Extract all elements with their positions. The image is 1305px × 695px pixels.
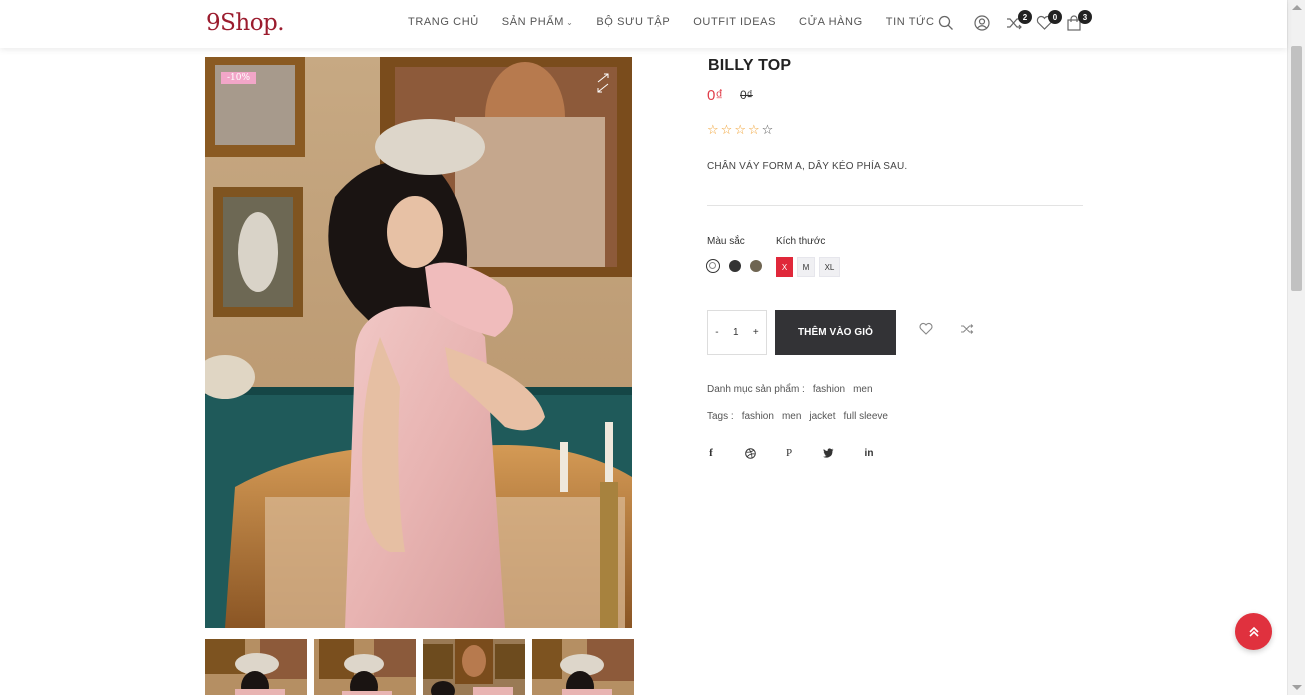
header-icons: 2 0 3 [938, 10, 1092, 38]
main-nav: TRANG CHỦ SẢN PHẨM ⌄ BỘ SƯU TẬP OUTFIT ID… [408, 16, 958, 28]
double-chevron-up-icon [1248, 626, 1259, 637]
heart-icon [919, 322, 933, 335]
compare-button[interactable]: 2 [1006, 10, 1032, 35]
scrollbar-thumb[interactable] [1291, 46, 1302, 291]
social-share: f P in [707, 445, 887, 461]
back-to-top-button[interactable] [1235, 613, 1272, 650]
tag-link[interactable]: jacket [809, 411, 835, 422]
facebook-icon[interactable]: f [704, 445, 718, 461]
page-scrollbar[interactable] [1287, 0, 1305, 695]
expand-icon[interactable] [596, 73, 610, 93]
product-title: BILLY TOP [708, 57, 792, 74]
thumbnail[interactable] [532, 639, 634, 695]
quantity-decrease-button[interactable]: - [715, 327, 718, 338]
nav-item-outfit-ideas[interactable]: OUTFIT IDEAS [693, 16, 776, 28]
star-icon: ☆ [734, 122, 746, 137]
sale-badge: -10% [221, 72, 257, 84]
category-link[interactable]: fashion [813, 384, 845, 395]
quantity-stepper: - 1 + [707, 310, 767, 355]
nav-item-products[interactable]: SẢN PHẨM ⌄ [502, 16, 574, 28]
thumbnail[interactable] [314, 639, 416, 695]
nav-item-stores[interactable]: CỬA HÀNG [799, 16, 863, 28]
divider [707, 205, 1083, 206]
wishlist-button[interactable]: 0 [1036, 10, 1062, 35]
user-icon[interactable] [974, 15, 994, 35]
shuffle-icon [961, 324, 974, 334]
tag-link[interactable]: full sleeve [844, 411, 888, 422]
thumbnail[interactable] [205, 639, 307, 695]
star-icon: ☆ [707, 122, 719, 137]
color-label: Màu sắc [707, 236, 745, 247]
cart-count-badge: 3 [1078, 10, 1092, 24]
tags-label: Tags : [707, 411, 734, 422]
add-to-wishlist-button[interactable] [919, 322, 935, 338]
product-categories: Danh mục sản phẩm : fashion men [707, 384, 873, 395]
search-icon[interactable] [938, 15, 958, 35]
product-description: CHÂN VÁY FORM A, DÂY KÉO PHÍA SAU. [707, 161, 908, 172]
pinterest-icon[interactable]: P [782, 445, 796, 461]
site-header: 9Shop. TRANG CHỦ SẢN PHẨM ⌄ BỘ SƯU TẬP OU… [0, 0, 1287, 48]
star-icon: ☆ [720, 122, 733, 137]
product-tags: Tags : fashion men jacket full sleeve [707, 411, 888, 422]
compare-count-badge: 2 [1018, 10, 1032, 24]
scroll-up-icon[interactable] [1292, 5, 1302, 10]
wishlist-count-badge: 0 [1048, 10, 1062, 24]
tag-link[interactable]: fashion [742, 411, 774, 422]
product-old-price: 0₫ [740, 88, 753, 102]
dribbble-icon[interactable] [743, 445, 757, 461]
add-to-cart-button[interactable]: THÊM VÀO GIỎ [775, 310, 896, 355]
quantity-increase-button[interactable]: + [753, 327, 759, 338]
thumbnail-strip [205, 639, 634, 695]
color-swatch-black[interactable] [729, 260, 741, 272]
star-icon: ☆ [761, 122, 774, 137]
nav-item-collections[interactable]: BỘ SƯU TẬP [596, 16, 670, 28]
cart-button[interactable]: 3 [1066, 10, 1092, 35]
category-link[interactable]: men [853, 384, 872, 395]
nav-item-home[interactable]: TRANG CHỦ [408, 16, 479, 28]
tag-link[interactable]: men [782, 411, 801, 422]
color-swatch-white[interactable] [706, 259, 720, 273]
add-to-compare-button[interactable] [960, 322, 976, 338]
quantity-input[interactable]: 1 [733, 327, 739, 338]
product-price: 0₫ [707, 87, 724, 104]
category-label: Danh mục sản phẩm : [707, 384, 805, 395]
star-icon: ☆ [747, 122, 760, 137]
chevron-down-icon: ⌄ [566, 17, 574, 27]
size-label: Kích thước [776, 236, 826, 247]
scroll-down-icon[interactable] [1292, 685, 1302, 690]
size-option-m[interactable]: M [797, 257, 815, 277]
product-main-image[interactable] [205, 57, 632, 628]
size-option-xl[interactable]: XL [819, 257, 840, 277]
twitter-icon[interactable] [821, 445, 835, 461]
site-logo[interactable]: 9Shop. [206, 10, 285, 36]
rating-stars: ☆ ☆ ☆ ☆ ☆ [707, 122, 773, 138]
nav-item-news[interactable]: TIN TỨC [886, 16, 935, 28]
linkedin-icon[interactable]: in [862, 445, 876, 461]
thumbnail[interactable] [423, 639, 525, 695]
size-option-x[interactable]: X [776, 257, 793, 277]
color-swatch-olive[interactable] [750, 260, 762, 272]
